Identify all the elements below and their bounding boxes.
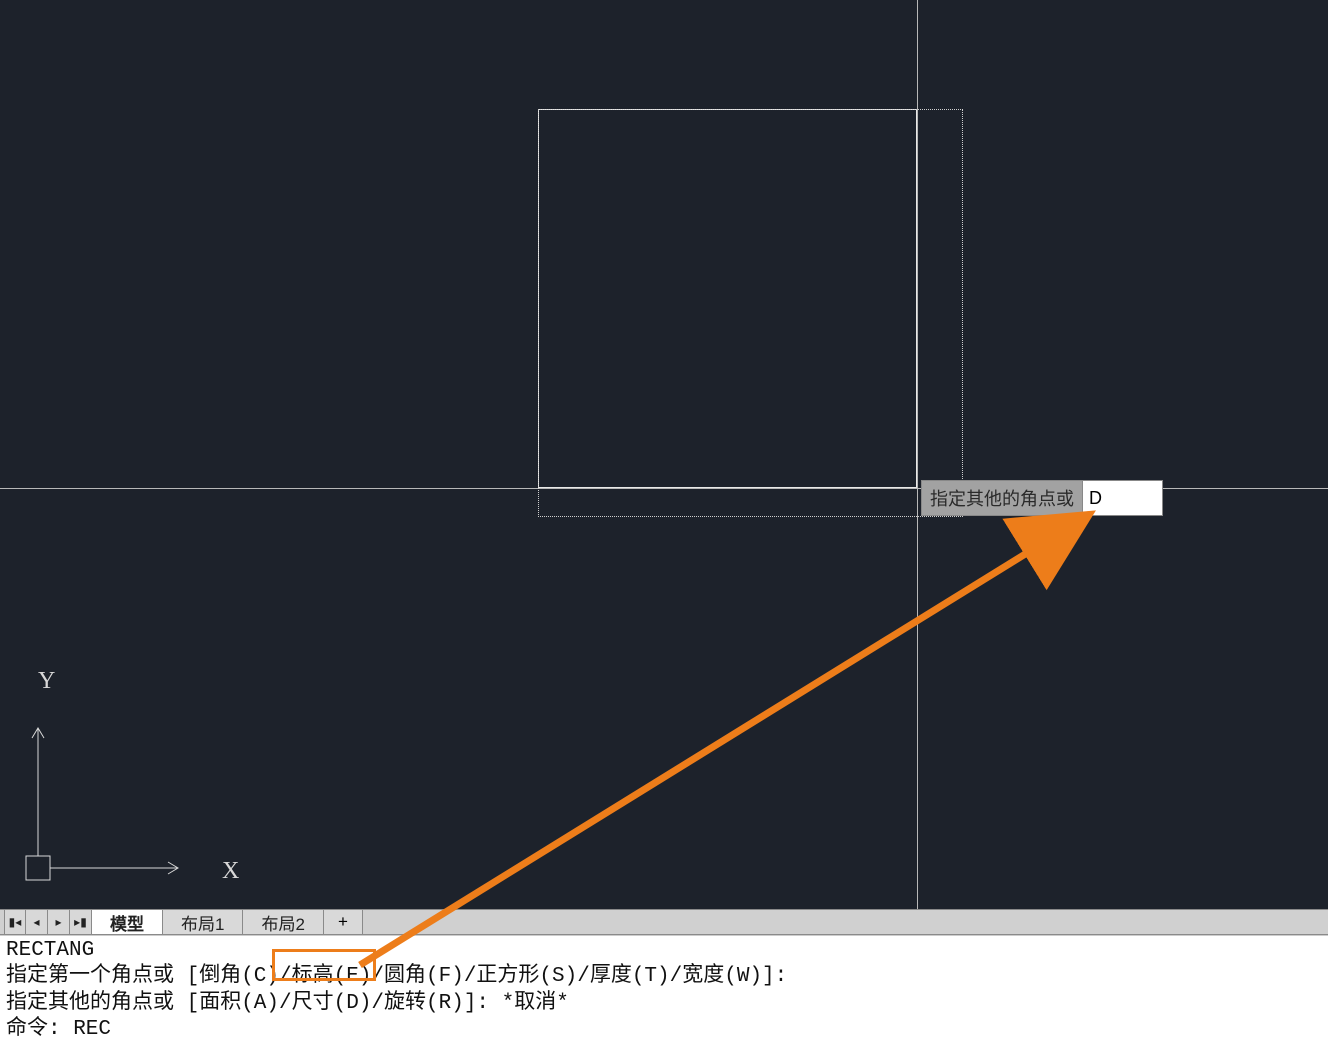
tab-scroll-first-icon[interactable]: ▮◂ <box>4 910 26 934</box>
command-history-line: 命令: REC <box>6 1017 1322 1039</box>
layout-tab-bar: ▮◂ ◂ ▸ ▸▮ 模型布局1布局2 + <box>0 909 1328 935</box>
tab-scroll-prev-icon[interactable]: ◂ <box>26 910 48 934</box>
layout-tab-2[interactable]: 布局2 <box>243 910 323 934</box>
layout-tab-0[interactable]: 模型 <box>92 910 163 934</box>
tab-scroll-next-icon[interactable]: ▸ <box>48 910 70 934</box>
layout-tab-1[interactable]: 布局1 <box>163 910 243 934</box>
rectangle-rubberband <box>538 109 963 517</box>
dynamic-input-tooltip: 指定其他的角点或 <box>921 480 1163 516</box>
ucs-x-label: X <box>222 858 239 884</box>
command-history-line: 指定第一个角点或 [倒角(C)/标高(E)/圆角(F)/正方形(S)/厚度(T)… <box>6 964 1322 990</box>
tab-add-button[interactable]: + <box>324 910 363 934</box>
command-history-line: RECTANG <box>6 938 1322 964</box>
command-line-window[interactable]: RECTANG指定第一个角点或 [倒角(C)/标高(E)/圆角(F)/正方形(S… <box>0 935 1328 1039</box>
dynamic-input-label: 指定其他的角点或 <box>921 480 1083 516</box>
drawing-canvas[interactable]: 指定其他的角点或 X Y <box>0 0 1328 909</box>
ucs-icon: X Y <box>18 664 248 894</box>
command-history-line: 指定其他的角点或 [面积(A)/尺寸(D)/旋转(R)]: *取消* <box>6 991 1322 1017</box>
ucs-y-label: Y <box>38 668 55 694</box>
dynamic-input-field[interactable] <box>1083 480 1163 516</box>
tab-scroll-last-icon[interactable]: ▸▮ <box>70 910 92 934</box>
